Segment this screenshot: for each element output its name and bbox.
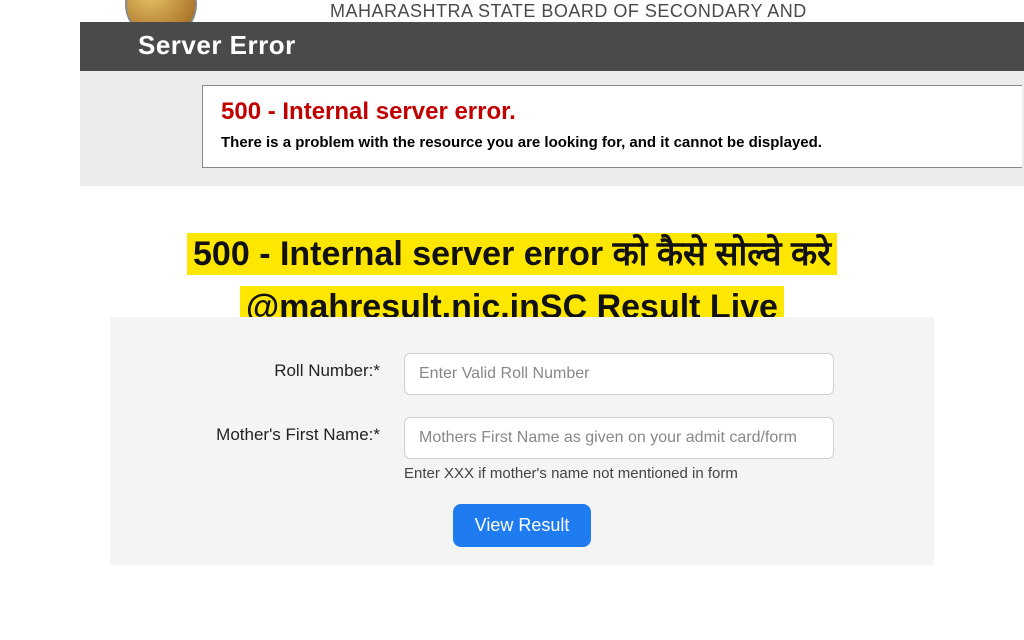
mother-name-label: Mother's First Name:* xyxy=(150,417,380,445)
server-error-title: Server Error xyxy=(138,30,1024,61)
board-title: MAHARASHTRA STATE BOARD OF SECONDARY AND xyxy=(330,1,807,22)
roll-number-label: Roll Number:* xyxy=(150,353,380,381)
server-error-bar: Server Error xyxy=(80,22,1024,71)
mother-name-input[interactable] xyxy=(404,417,834,459)
error-box: 500 - Internal server error. There is a … xyxy=(202,85,1022,168)
error-message: There is a problem with the resource you… xyxy=(221,134,1004,151)
mother-name-hint: Enter XXX if mother's name not mentioned… xyxy=(404,465,894,482)
error-code: 500 - Internal server error. xyxy=(221,98,1004,126)
view-result-button[interactable]: View Result xyxy=(453,504,592,547)
article-headline: 500 - Internal server error को कैसे सोल्… xyxy=(187,233,837,328)
roll-number-input[interactable] xyxy=(404,353,834,395)
result-form: Roll Number:* Mother's First Name:* Ente… xyxy=(110,317,934,565)
